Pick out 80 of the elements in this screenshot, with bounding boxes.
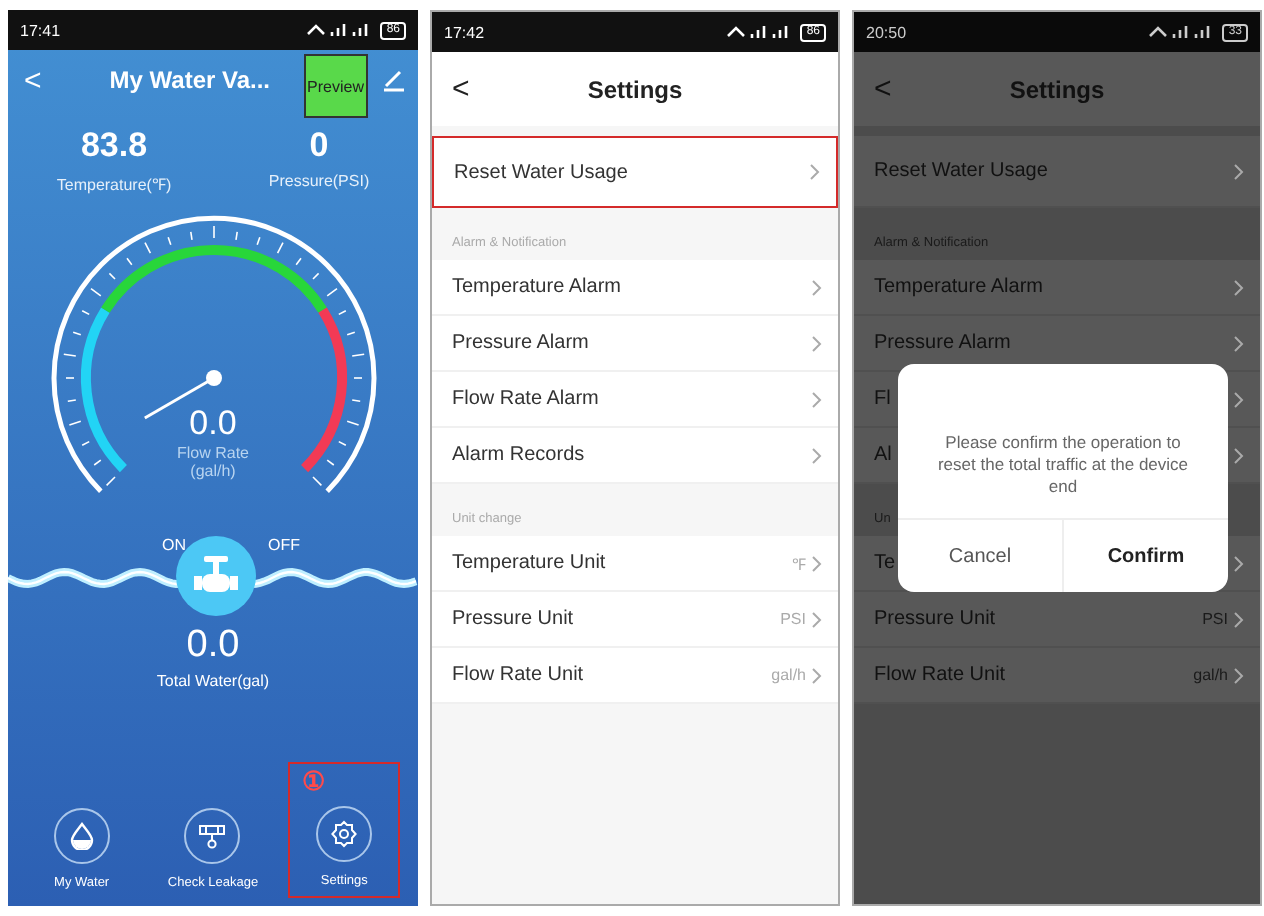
status-time: 17:42 bbox=[444, 23, 485, 41]
chevron-right-icon bbox=[812, 391, 822, 407]
row-value: ℉ bbox=[792, 554, 806, 574]
row-label: Pressure Alarm bbox=[874, 332, 1011, 354]
reading-value: 83.8 bbox=[80, 126, 148, 166]
chevron-right-icon bbox=[812, 667, 822, 683]
nav-button[interactable] bbox=[184, 808, 241, 864]
reading-label: Pressure(PSI) bbox=[268, 172, 370, 190]
chevron-right-icon bbox=[1234, 279, 1244, 295]
chevron-right-icon bbox=[812, 279, 822, 295]
water-drop-icon bbox=[69, 822, 94, 850]
dialog-message: Please confirm the operation to reset the total traffic at the device end bbox=[935, 429, 1191, 501]
chevron-right-icon bbox=[812, 555, 822, 571]
flow-unit: (gal/h) bbox=[190, 462, 236, 480]
step-marker: ① bbox=[302, 766, 327, 796]
faucet-icon bbox=[192, 554, 240, 598]
row-label: Pressure Alarm bbox=[452, 332, 589, 354]
preview-button[interactable]: Preview bbox=[303, 54, 368, 118]
settings-row[interactable]: Alarm Records bbox=[432, 428, 838, 484]
chevron-right-icon bbox=[1234, 335, 1244, 351]
back-button[interactable]: < bbox=[452, 72, 470, 106]
row-label: Temperature Alarm bbox=[452, 276, 621, 298]
row-value: PSI bbox=[1202, 610, 1228, 628]
dialog-button[interactable]: Confirm bbox=[1062, 520, 1228, 592]
chevron-right-icon bbox=[1234, 391, 1244, 407]
row-label: Al bbox=[874, 444, 892, 466]
settings-row[interactable]: Flow Rate Alarm bbox=[432, 372, 838, 428]
status-time: 20:50 bbox=[866, 23, 907, 41]
row-value: PSI bbox=[780, 610, 806, 628]
settings-row[interactable]: Pressure Alarm bbox=[432, 316, 838, 372]
row-label: Flow Rate Alarm bbox=[452, 388, 599, 410]
row-label: Alarm Records bbox=[452, 444, 585, 466]
row-label: Temperature Unit bbox=[452, 552, 606, 574]
reading-label: Temperature(℉) bbox=[56, 174, 172, 194]
settings-row[interactable]: Temperature Alarm bbox=[432, 260, 838, 316]
flow-value: 0.0 bbox=[189, 404, 237, 444]
total-label: Total Water(gal) bbox=[156, 672, 270, 690]
flow-label: Flow Rate bbox=[176, 444, 249, 462]
settings-icon bbox=[330, 820, 359, 848]
row-label: Fl bbox=[874, 388, 891, 410]
status-time: 17:41 bbox=[20, 21, 61, 39]
back-button[interactable]: < bbox=[24, 63, 42, 97]
screen-title: Settings bbox=[1009, 75, 1105, 103]
signal-icon bbox=[304, 22, 373, 38]
row-label: Reset Water Usage bbox=[874, 160, 1048, 182]
chevron-right-icon bbox=[1234, 611, 1244, 627]
row-label: Reset Water Usage bbox=[454, 161, 628, 183]
device-title: My Water Va... bbox=[109, 66, 271, 94]
signal-icon bbox=[724, 24, 793, 40]
chevron-right-icon bbox=[1234, 555, 1244, 571]
chevron-right-icon bbox=[1234, 163, 1244, 179]
row-label: Pressure Unit bbox=[874, 608, 996, 630]
total-value: 0.0 bbox=[186, 624, 240, 668]
signal-icon bbox=[1146, 24, 1215, 40]
edit-icon[interactable] bbox=[382, 68, 406, 92]
settings-row[interactable]: Pressure Unit PSI bbox=[432, 592, 838, 648]
row-label: Pressure Unit bbox=[452, 608, 574, 630]
chevron-right-icon bbox=[1234, 447, 1244, 463]
row-label: Temperature Alarm bbox=[874, 276, 1043, 298]
chevron-right-icon bbox=[812, 335, 822, 351]
row-label: Te bbox=[874, 552, 896, 574]
settings-row[interactable]: Flow Rate Unit gal/h bbox=[432, 648, 838, 704]
row-label: Flow Rate Unit bbox=[452, 664, 584, 686]
chevron-right-icon bbox=[810, 164, 820, 180]
dialog-button[interactable]: Cancel bbox=[898, 520, 1062, 592]
chevron-right-icon bbox=[812, 447, 822, 463]
chevron-right-icon bbox=[812, 611, 822, 627]
off-label: OFF bbox=[268, 536, 300, 554]
settings-row[interactable]: Temperature Unit ℉ bbox=[432, 536, 838, 592]
screen-title: Settings bbox=[587, 75, 683, 103]
reading-value: 0 bbox=[309, 126, 329, 166]
settings-row[interactable]: Reset Water Usage bbox=[432, 136, 838, 208]
nav-button[interactable] bbox=[53, 808, 110, 864]
chevron-right-icon bbox=[1234, 667, 1244, 683]
pipe-icon bbox=[198, 822, 227, 850]
nav-button[interactable] bbox=[316, 806, 373, 862]
on-label: ON bbox=[162, 536, 186, 554]
row-value: gal/h bbox=[771, 666, 806, 684]
row-label: Flow Rate Unit bbox=[874, 664, 1006, 686]
row-value: gal/h bbox=[1193, 666, 1228, 684]
